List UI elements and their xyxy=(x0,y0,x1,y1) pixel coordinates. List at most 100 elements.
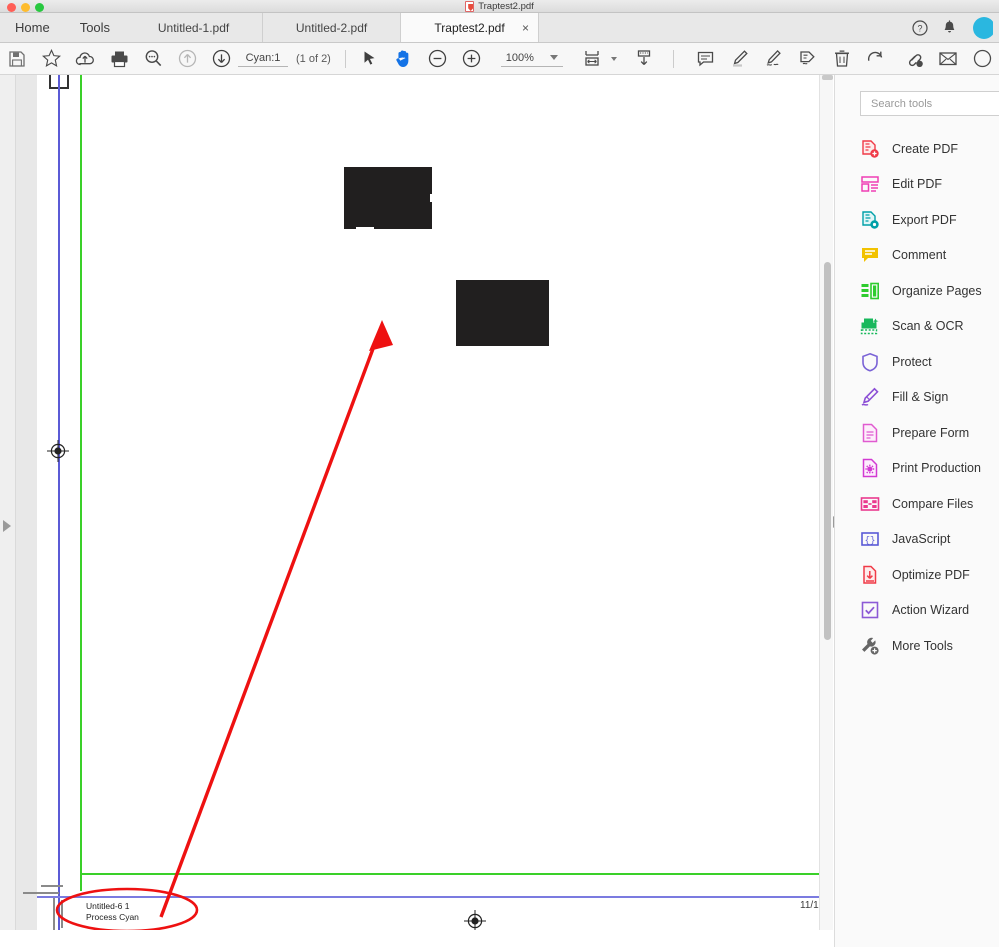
fit-page-icon[interactable] xyxy=(627,43,661,75)
tool-item-comment[interactable]: Comment xyxy=(860,238,999,274)
tool-label: Protect xyxy=(892,355,932,369)
javascript-icon: {} xyxy=(860,529,880,549)
trim-guide-horizontal xyxy=(80,873,819,875)
previous-page-button[interactable] xyxy=(170,43,204,75)
fit-width-icon[interactable] xyxy=(575,43,609,75)
tool-item-compare-files[interactable]: Compare Files NEW xyxy=(860,486,999,522)
tab-label: Traptest2.pdf xyxy=(434,21,504,35)
tab-untitled-2[interactable]: Untitled-2.pdf xyxy=(263,13,401,42)
next-page-button[interactable] xyxy=(204,43,238,75)
window-title: Traptest2.pdf xyxy=(478,1,534,12)
page-number-input[interactable]: Cyan:1 xyxy=(238,51,288,67)
tool-label: Comment xyxy=(892,248,946,262)
main-toolbar: Cyan:1 (1 of 2) 100% xyxy=(0,43,999,75)
scrollbar-top-nub[interactable] xyxy=(822,75,833,80)
notification-bell-icon[interactable] xyxy=(942,20,957,36)
black-shape-bottom xyxy=(456,280,549,346)
bleed-guide-horizontal xyxy=(37,896,819,898)
zoom-out-button[interactable] xyxy=(421,43,455,75)
highlighter-icon[interactable] xyxy=(723,43,757,75)
color-bar-line-1: Untitled-6 1 xyxy=(86,901,139,912)
export-pdf-icon xyxy=(860,210,880,230)
create-pdf-icon xyxy=(860,139,880,159)
tab-untitled-1[interactable]: Untitled-1.pdf xyxy=(125,13,263,42)
tool-item-prepare-form[interactable]: Prepare Form xyxy=(860,415,999,451)
cursor-arrow-icon[interactable] xyxy=(353,43,387,75)
chevron-down-icon[interactable] xyxy=(611,57,617,61)
cloud-upload-icon[interactable] xyxy=(68,43,102,75)
zoom-level-value[interactable]: 100% xyxy=(506,52,534,64)
tool-label: JavaScript xyxy=(892,532,950,546)
expand-left-panel-button[interactable] xyxy=(3,520,11,532)
pdf-page-canvas[interactable]: Untitled-6 1 Process Cyan 11/19/22 xyxy=(37,75,819,947)
link-share-icon[interactable] xyxy=(897,43,931,75)
star-icon[interactable] xyxy=(34,43,68,75)
tool-item-more-tools[interactable]: More Tools xyxy=(860,628,999,664)
tool-item-protect[interactable]: Protect xyxy=(860,344,999,380)
crop-mark-bottom-left-h1 xyxy=(41,885,63,887)
tool-label: Edit PDF xyxy=(892,177,942,191)
printer-icon[interactable] xyxy=(102,43,136,75)
trash-icon[interactable] xyxy=(825,43,859,75)
tool-label: Compare Files xyxy=(892,497,973,511)
tool-item-create-pdf[interactable]: Create PDF xyxy=(860,131,999,167)
color-bar-line-2: Process Cyan xyxy=(86,912,139,923)
comment-balloon-icon[interactable] xyxy=(689,43,723,75)
registration-mark-left xyxy=(47,440,69,462)
titlebar-actions: ? xyxy=(912,13,999,42)
comment-icon xyxy=(860,245,880,265)
tool-item-print-production[interactable]: Print Production xyxy=(860,451,999,487)
viewport-gutter xyxy=(16,75,37,947)
pen-draw-icon[interactable] xyxy=(757,43,791,75)
menu-tools[interactable]: Tools xyxy=(65,13,125,42)
organize-pages-icon xyxy=(860,281,880,301)
optimize-pdf-icon xyxy=(860,565,880,585)
more-options-button[interactable] xyxy=(965,43,999,75)
tab-bar: Home Tools Untitled-1.pdf Untitled-2.pdf… xyxy=(0,13,999,43)
tool-item-edit-pdf[interactable]: Edit PDF xyxy=(860,167,999,203)
pdf-file-icon xyxy=(465,1,474,12)
page-date-stamp: 11/19/22 xyxy=(800,900,819,911)
hand-icon[interactable] xyxy=(387,43,421,75)
tool-item-action-wizard[interactable]: Action Wizard xyxy=(860,593,999,629)
vertical-scrollbar[interactable] xyxy=(819,75,833,947)
fill-sign-icon xyxy=(860,387,880,407)
tools-list: Create PDF Edit PDF Export PDF Comment xyxy=(860,131,999,664)
compare-files-icon xyxy=(860,494,880,514)
window-titlebar: Traptest2.pdf xyxy=(0,0,999,13)
zoom-level-input: 100% xyxy=(501,51,563,67)
tab-close-icon[interactable]: × xyxy=(522,22,529,34)
prepare-form-icon xyxy=(860,423,880,443)
stamp-icon[interactable] xyxy=(791,43,825,75)
tool-item-organize-pages[interactable]: Organize Pages xyxy=(860,273,999,309)
tool-item-optimize-pdf[interactable]: Optimize PDF xyxy=(860,557,999,593)
action-wizard-icon xyxy=(860,600,880,620)
tool-item-scan-ocr[interactable]: Scan & OCR xyxy=(860,309,999,345)
chevron-down-icon[interactable] xyxy=(550,55,558,60)
document-viewport[interactable]: Untitled-6 1 Process Cyan 11/19/22 xyxy=(16,75,819,947)
more-tools-icon xyxy=(860,636,880,656)
bleed-guide-vertical xyxy=(58,75,60,947)
envelope-icon[interactable] xyxy=(931,43,965,75)
tab-label: Untitled-1.pdf xyxy=(158,21,229,35)
zoom-in-button[interactable] xyxy=(455,43,489,75)
tool-label: Print Production xyxy=(892,461,981,475)
search-tools-input[interactable]: Search tools xyxy=(860,91,999,116)
tool-label: Optimize PDF xyxy=(892,568,970,582)
edit-pdf-icon xyxy=(860,174,880,194)
rotate-icon[interactable] xyxy=(859,43,893,75)
menu-home[interactable]: Home xyxy=(0,13,65,42)
toolbar-divider xyxy=(345,50,346,68)
user-avatar[interactable] xyxy=(971,17,993,39)
tool-label: Create PDF xyxy=(892,142,958,156)
svg-text:?: ? xyxy=(917,23,922,33)
tool-item-fill-sign[interactable]: Fill & Sign xyxy=(860,380,999,416)
tool-label: Export PDF xyxy=(892,213,957,227)
magnifier-icon[interactable] xyxy=(136,43,170,75)
vertical-scrollbar-thumb[interactable] xyxy=(824,262,831,640)
tool-item-javascript[interactable]: {} JavaScript xyxy=(860,522,999,558)
save-button[interactable] xyxy=(0,43,34,75)
tool-item-export-pdf[interactable]: Export PDF xyxy=(860,202,999,238)
help-icon[interactable]: ? xyxy=(912,20,928,36)
tab-traptest2[interactable]: Traptest2.pdf × xyxy=(401,13,539,42)
